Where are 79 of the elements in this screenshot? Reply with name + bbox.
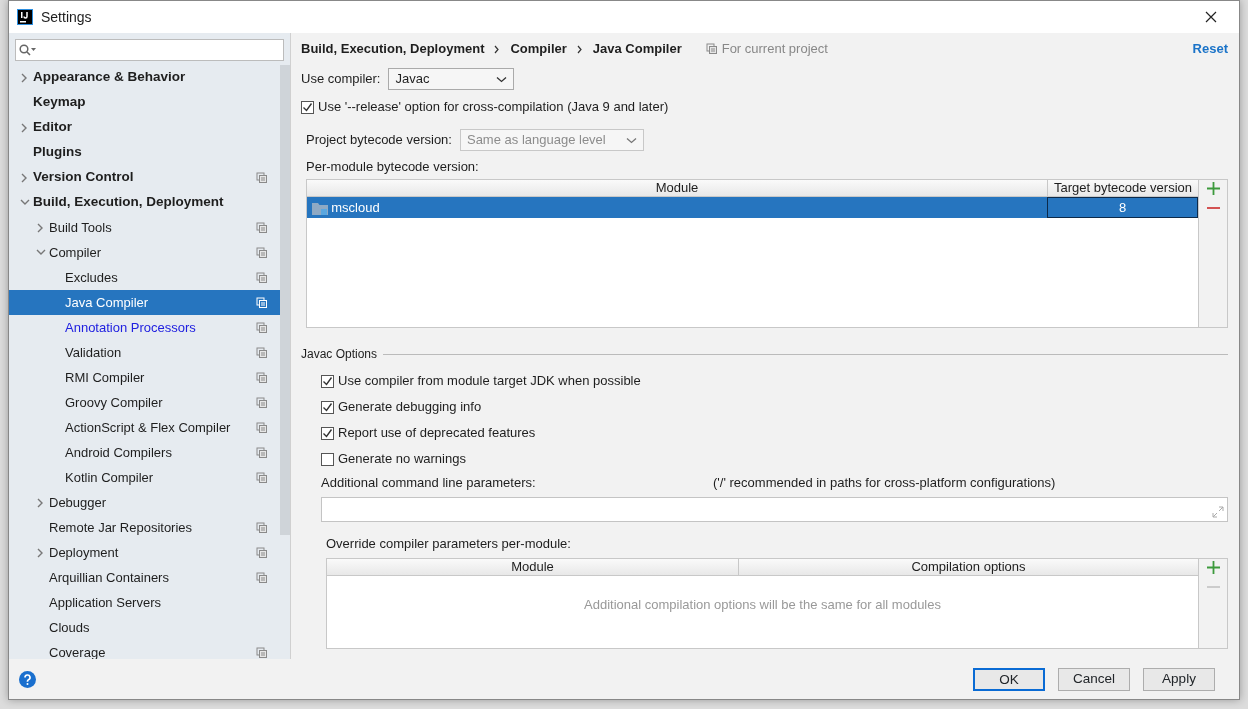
tree-item[interactable]: Annotation Processors [9,315,280,340]
add-icon[interactable] [1206,560,1220,574]
column-header: Module [510,558,555,575]
add-icon[interactable] [1206,182,1220,195]
breadcrumb-item: Build, Execution, Deployment [301,40,485,59]
window-title: Settings [41,7,93,27]
field-label: Use compiler: [301,70,381,89]
checkbox[interactable] [321,400,334,414]
table-row[interactable]: mscloud 8 [307,197,1198,218]
tree-item[interactable]: Groovy Compiler [9,390,280,415]
section-label: Override compiler parameters per-module: [326,535,571,553]
checkbox-label: Use compiler from module target JDK when possible [338,372,641,391]
check-icon [322,427,333,439]
tree-item[interactable]: Android Compilers [9,440,280,465]
section-title: Javac Options [301,346,378,363]
table-cell[interactable]: 8 [1047,197,1198,218]
section-label: Per-module bytecode version: [306,158,479,175]
table-cell-text: mscloud [331,198,380,217]
checkbox-label: Generate no warnings [338,450,466,469]
check-icon [302,101,313,113]
tree-item[interactable]: Build, Execution, Deployment [9,190,280,215]
checkbox[interactable] [321,374,334,388]
caret-icon [625,136,637,144]
tree-item[interactable]: Arquillian Containers [9,565,280,590]
app-icon [17,9,33,25]
tree-item[interactable]: Debugger [9,490,280,515]
search-icon [19,44,37,56]
compiler-dropdown[interactable]: Javac [388,68,515,90]
tree-item[interactable]: ActionScript & Flex Compiler [9,415,280,440]
project-level-icon [705,43,718,55]
search-field[interactable] [15,39,284,61]
tree-item[interactable]: Excludes [9,265,280,290]
tree-item[interactable]: Editor [9,115,280,140]
column-header: Compilation options [738,558,1198,575]
tree-item[interactable]: Appearance & Behavior [9,65,280,90]
checkbox[interactable] [301,100,314,114]
tree-item[interactable]: Application Servers [9,590,280,615]
tree-item[interactable]: Version Control [9,165,280,190]
check-icon [322,375,333,387]
field-label: Project bytecode version: [306,131,452,150]
tree-item[interactable]: Java Compiler [9,290,280,315]
breadcrumb-item: Compiler [510,40,567,59]
tree-item[interactable]: Deployment [9,540,280,565]
reset-link[interactable]: Reset [1192,39,1228,59]
close-icon[interactable] [1205,11,1217,23]
field-label: Additional command line parameters: [321,474,537,493]
dialog-button[interactable]: Cancel [1057,667,1130,691]
tree-item[interactable]: Plugins [9,140,280,165]
column-header: Target bytecode version [1047,180,1198,196]
tree-item[interactable]: RMI Compiler [9,365,280,390]
tree-item[interactable]: Kotlin Compiler [9,465,280,490]
breadcrumb-item: Java Compiler [592,40,682,59]
tree-item[interactable]: Validation [9,340,280,365]
tree-item[interactable]: Compiler [9,240,280,265]
chevron-icon [576,44,583,54]
scrollbar-thumb[interactable] [280,65,290,535]
checkbox-label: Report use of deprecated features [338,424,536,443]
scope-label: For current project [721,40,828,59]
parameters-field[interactable] [321,497,1228,522]
chevron-icon [494,44,501,54]
help-icon[interactable] [19,670,36,688]
checkbox-label: Use '--release' option for cross-compilation (Java 9 and later) [318,98,669,117]
tree-item[interactable]: Clouds [9,615,280,640]
check-icon [322,401,333,413]
tree-item[interactable]: Remote Jar Repositories [9,515,280,540]
caret-icon [496,75,508,83]
dialog-button[interactable]: Apply [1143,667,1215,691]
checkbox-label: Generate debugging info [338,398,482,417]
checkbox[interactable] [321,452,334,466]
checkbox[interactable] [321,426,334,440]
hint-text: ('/' recommended in paths for cross-platform configurations) [713,474,1056,493]
dialog-button[interactable]: OK [972,667,1045,691]
tree-item[interactable]: Coverage [9,640,280,659]
folder-icon [312,200,328,215]
tree-item[interactable]: Build Tools [9,215,280,240]
tree-item[interactable]: Keymap [9,90,280,115]
column-header: Module [654,180,700,196]
expand-icon[interactable] [1212,506,1224,518]
empty-table-text: Additional compilation options will be the same for all modules [584,595,941,614]
